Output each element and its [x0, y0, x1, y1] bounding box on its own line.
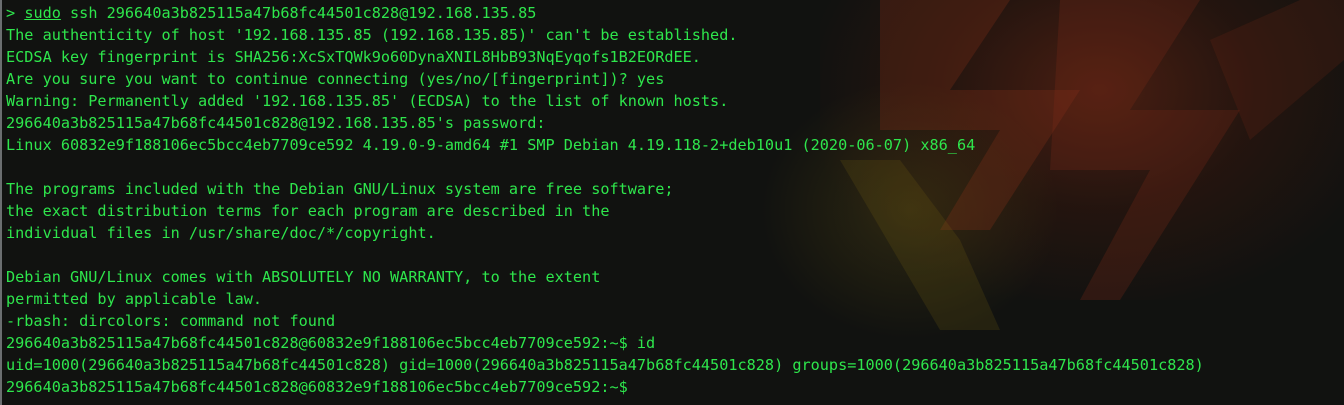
output-line: Debian GNU/Linux comes with ABSOLUTELY N… — [6, 268, 601, 286]
output-line: The programs included with the Debian GN… — [6, 180, 674, 198]
output-line: Are you sure you want to continue connec… — [6, 70, 665, 88]
terminal-output[interactable]: > sudo ssh 296640a3b825115a47b68fc44501c… — [0, 0, 1344, 398]
output-line: -rbash: dircolors: command not found — [6, 312, 336, 330]
current-prompt[interactable]: 296640a3b825115a47b68fc44501c828@60832e9… — [6, 376, 1344, 398]
output-line: individual files in /usr/share/doc/*/cop… — [6, 224, 436, 242]
output-line: Warning: Permanently added '192.168.135.… — [6, 92, 729, 110]
output-line: 296640a3b825115a47b68fc44501c828@192.168… — [6, 114, 546, 132]
window-left-border — [0, 0, 2, 405]
output-line: Linux 60832e9f188106ec5bcc4eb7709ce592 4… — [6, 136, 976, 154]
output-line: The authenticity of host '192.168.135.85… — [6, 26, 738, 44]
output-line: ECDSA key fingerprint is SHA256:XcSxTQWk… — [6, 48, 701, 66]
output-line: the exact distribution terms for each pr… — [6, 202, 610, 220]
output-line: 296640a3b825115a47b68fc44501c828@60832e9… — [6, 334, 656, 352]
prompt-symbol: > — [6, 4, 16, 22]
command-line: > sudo ssh 296640a3b825115a47b68fc44501c… — [6, 2, 1344, 24]
command-sudo: sudo — [24, 4, 61, 22]
output-line: permitted by applicable law. — [6, 290, 263, 308]
output-line: uid=1000(296640a3b825115a47b68fc44501c82… — [6, 356, 1204, 374]
command-text: ssh 296640a3b825115a47b68fc44501c828@192… — [60, 4, 537, 22]
